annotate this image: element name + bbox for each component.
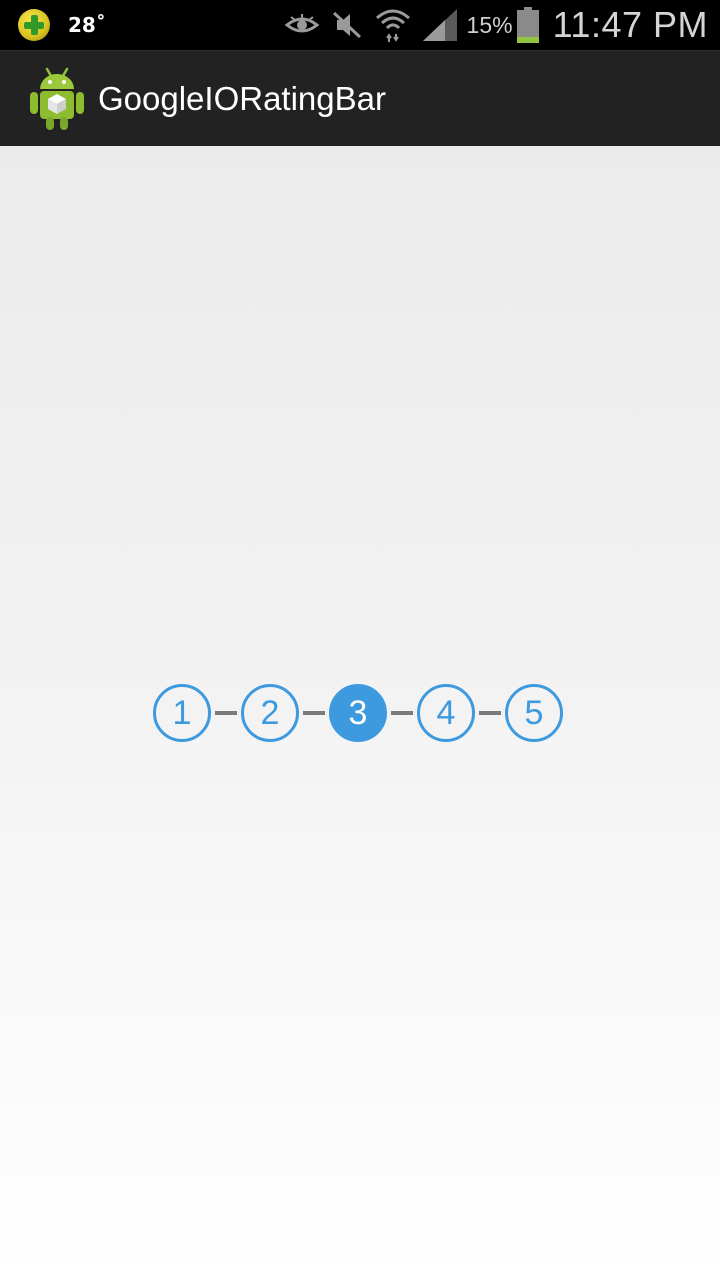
weather-app-icon (18, 9, 50, 41)
status-right: 15% 11:47 PM (273, 0, 708, 50)
rating-option-4[interactable]: 4 (417, 684, 475, 742)
rating-connector (479, 711, 501, 715)
rating-connector (303, 711, 325, 715)
rating-option-2[interactable]: 2 (241, 684, 299, 742)
action-bar: GoogleIORatingBar (0, 50, 720, 146)
app-title: GoogleIORatingBar (98, 80, 386, 117)
temperature-text: 28˚ (68, 13, 106, 37)
clock-time: 11:47 PM (552, 4, 708, 45)
eye-icon (284, 13, 319, 37)
battery-percent: 15% (466, 11, 513, 38)
rating-bar[interactable]: 12345 (153, 682, 563, 744)
android-app-icon[interactable] (28, 65, 86, 131)
rating-option-5[interactable]: 5 (505, 684, 563, 742)
battery-icon (516, 7, 539, 43)
rating-connector (215, 711, 237, 715)
screen: 28˚ 15% 11:47 PM GoogleIORatingBar 1 2 3… (0, 0, 720, 1280)
rating-option-3[interactable]: 3 (329, 684, 387, 742)
content-area: 12345 (0, 146, 720, 1280)
rating-option-1[interactable]: 1 (153, 684, 211, 742)
status-left: 28˚ (18, 8, 106, 42)
signal-icon (422, 9, 457, 41)
status-bar: 28˚ 15% 11:47 PM (0, 0, 720, 50)
wifi-icon (375, 8, 411, 42)
rating-connector (391, 711, 413, 715)
mute-icon (331, 9, 363, 41)
